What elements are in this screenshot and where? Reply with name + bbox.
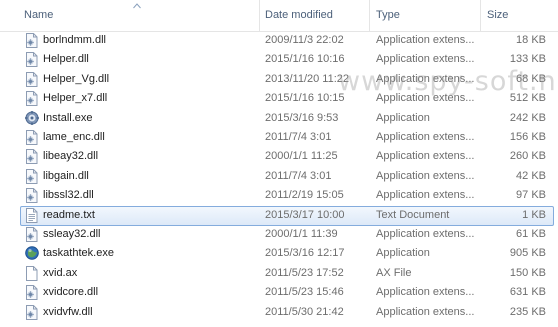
- file-row[interactable]: libssl32.dll 2011/2/19 15:05 Application e…: [0, 186, 558, 205]
- dll-icon: [25, 33, 38, 48]
- file-type: Application extens...: [376, 305, 475, 318]
- file-row[interactable]: lame_enc.dll 2011/7/4 3:01 Application ext…: [0, 128, 558, 147]
- file-row[interactable]: readme.txt 2015/3/17 10:00 Text Document 1 …: [0, 205, 558, 226]
- file-row[interactable]: xvidcore.dll 2011/5/23 15:46 Application e…: [0, 283, 558, 302]
- dll-icon: [25, 52, 38, 68]
- file-size: 631 KB: [509, 286, 546, 299]
- file-size: 42 KB: [516, 169, 546, 182]
- file-date-modified: 2011/7/4 3:01: [265, 169, 332, 182]
- file-name: Helper.dll: [43, 53, 89, 66]
- file-type: Application extens...: [376, 228, 475, 240]
- column-header-date-modified[interactable]: Date modified: [265, 0, 333, 31]
- file-size: 150 KB: [509, 266, 546, 279]
- column-header-type[interactable]: Type: [376, 0, 400, 31]
- file-name: Install.exe: [43, 111, 93, 124]
- file-size: 18 KB: [516, 34, 546, 46]
- file-row[interactable]: taskathtek.exe 2015/3/16 12:17 Application…: [0, 244, 558, 263]
- file-row[interactable]: libeay32.dll 2000/1/1 11:25 Application ex…: [0, 147, 558, 166]
- column-header-name[interactable]: Name: [24, 0, 53, 31]
- file-date-modified: 2015/3/16 12:17: [265, 247, 345, 260]
- dll-icon: [25, 91, 38, 107]
- file-name: lame_enc.dll: [43, 131, 105, 143]
- file-size: 260 KB: [509, 150, 546, 163]
- file-name: xvidvfw.dll: [43, 305, 93, 318]
- column-header-bar: Name Date modified Type Size: [0, 0, 558, 32]
- file-size: 235 KB: [509, 305, 546, 318]
- file-date-modified: 2011/5/30 21:42: [265, 305, 344, 318]
- file-type: Application: [376, 111, 430, 124]
- file-name: libgain.dll: [43, 169, 89, 182]
- file-type: Application extens...: [376, 286, 475, 299]
- file-row[interactable]: xvidvfw.dll 2011/5/30 21:42 Application ex…: [0, 303, 558, 322]
- file-row[interactable]: borlndmm.dll 2009/11/3 22:02 Application e…: [0, 31, 558, 50]
- file-type: Application extens...: [376, 169, 475, 182]
- file-date-modified: 2000/1/1 11:39: [265, 228, 338, 240]
- dll-icon: [25, 168, 38, 184]
- file-size: 242 KB: [509, 111, 546, 124]
- file-type: Text Document: [376, 208, 450, 221]
- file-name: readme.txt: [43, 208, 95, 221]
- file-name: xvid.ax: [43, 266, 78, 279]
- file-size: 156 KB: [509, 131, 546, 143]
- file-date-modified: 2011/5/23 15:46: [265, 286, 344, 299]
- file-name: libssl32.dll: [43, 189, 94, 202]
- globe-exe-icon: [25, 246, 39, 261]
- file-type: Application extens...: [376, 189, 475, 202]
- column-divider[interactable]: [259, 0, 260, 31]
- dll-icon: [25, 227, 38, 242]
- file-name: ssleay32.dll: [43, 228, 101, 240]
- column-divider[interactable]: [480, 0, 481, 31]
- file-size: 61 KB: [516, 228, 546, 240]
- sort-ascending-icon: [133, 3, 141, 9]
- file-row[interactable]: xvid.ax 2011/5/23 17:52 AX File 150 KB: [0, 264, 558, 283]
- text-file-icon: [25, 207, 38, 223]
- file-row[interactable]: Install.exe 2015/3/16 9:53 Application 242 …: [0, 109, 558, 128]
- file-date-modified: 2011/7/4 3:01: [265, 131, 332, 143]
- column-divider[interactable]: [369, 0, 370, 31]
- file-type: Application extens...: [376, 150, 475, 163]
- column-header-size[interactable]: Size: [487, 0, 508, 31]
- dll-icon: [25, 130, 38, 145]
- file-size: 97 KB: [516, 189, 546, 202]
- watermark: www.spy-soft.net: [338, 66, 558, 97]
- dll-icon: [25, 304, 38, 320]
- file-type: Application extens...: [376, 34, 475, 46]
- file-row[interactable]: ssleay32.dll 2000/1/1 11:39 Application ex…: [0, 225, 558, 244]
- file-date-modified: 2015/3/17 10:00: [265, 208, 345, 221]
- dll-icon: [25, 285, 38, 301]
- dll-icon: [25, 71, 38, 87]
- gear-exe-icon: [25, 110, 39, 126]
- file-date-modified: 2011/2/19 15:05: [265, 189, 344, 202]
- file-date-modified: 2011/5/23 17:52: [265, 266, 344, 279]
- dll-icon: [25, 188, 38, 204]
- file-date-modified: 2009/11/3 22:02: [265, 34, 344, 46]
- dll-icon: [25, 149, 38, 165]
- file-date-modified: 2000/1/1 11:25: [265, 150, 338, 163]
- blank-file-icon: [25, 265, 38, 281]
- file-name: Helper_Vg.dll: [43, 72, 110, 85]
- file-name: Helper_x7.dll: [43, 92, 108, 105]
- file-name: borlndmm.dll: [43, 34, 106, 46]
- file-name: libeay32.dll: [43, 150, 99, 163]
- file-type: Application: [376, 247, 430, 260]
- file-name: xvidcore.dll: [43, 286, 99, 299]
- file-name: taskathtek.exe: [43, 247, 114, 260]
- file-type: Application extens...: [376, 131, 475, 143]
- file-size: 1 KB: [522, 208, 546, 221]
- file-size: 905 KB: [509, 247, 546, 260]
- file-row[interactable]: libgain.dll 2011/7/4 3:01 Application exte…: [0, 167, 558, 186]
- file-type: AX File: [376, 266, 412, 279]
- file-date-modified: 2015/3/16 9:53: [265, 111, 339, 124]
